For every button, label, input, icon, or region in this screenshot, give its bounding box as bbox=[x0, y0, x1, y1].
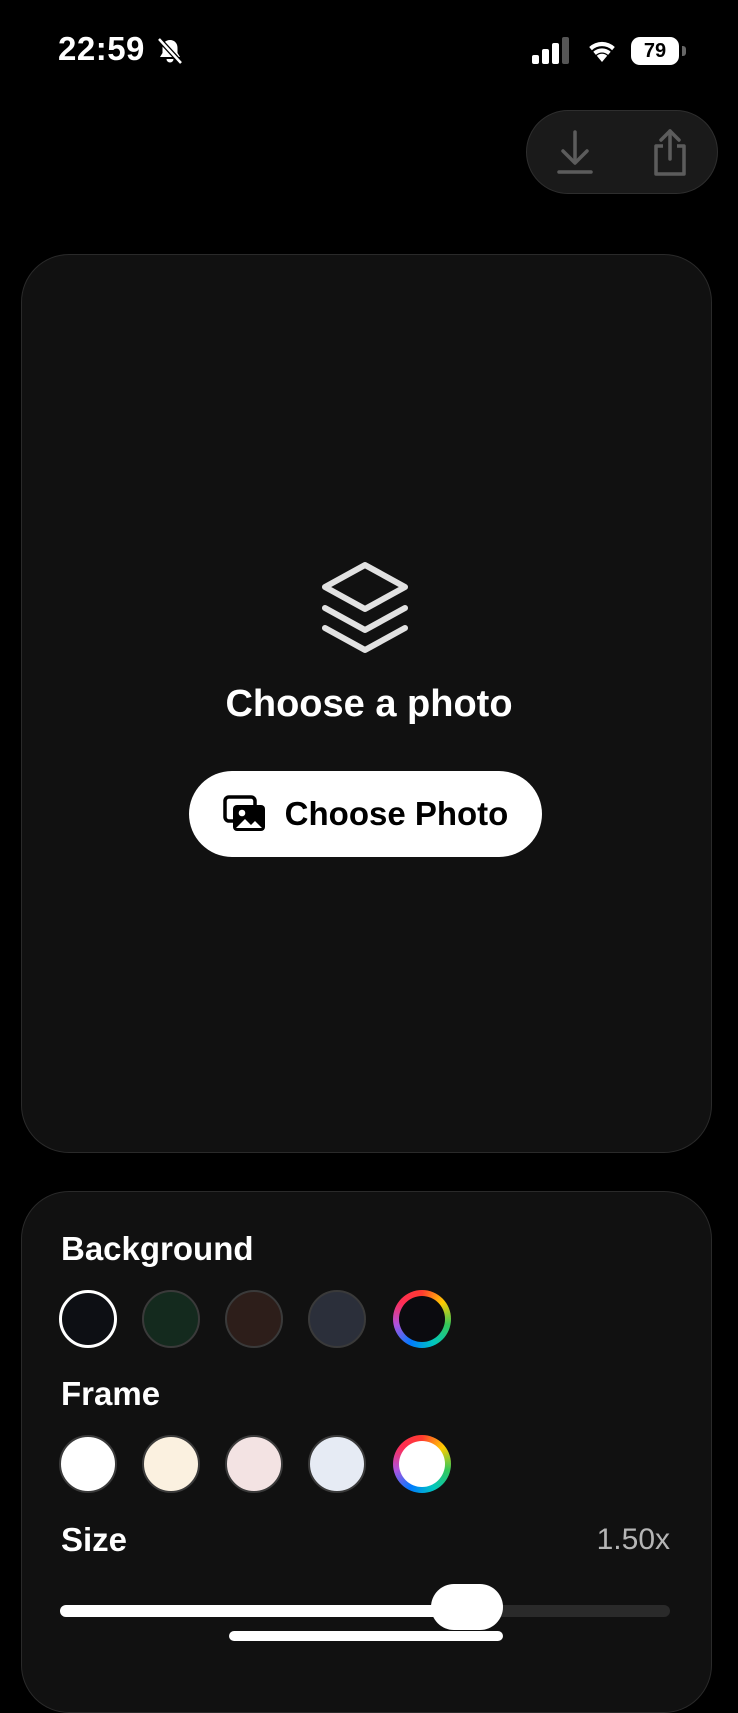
background-swatch[interactable] bbox=[59, 1290, 117, 1348]
frame-swatch[interactable] bbox=[59, 1435, 117, 1493]
status-bar: 22:59 79 bbox=[0, 0, 738, 100]
battery-level: 79 bbox=[631, 37, 679, 65]
download-button[interactable] bbox=[527, 111, 622, 193]
size-label: Size bbox=[61, 1521, 128, 1558]
frame-label: Frame bbox=[61, 1375, 161, 1412]
choose-photo-label: Choose Photo bbox=[284, 795, 509, 832]
background-custom-color-picker[interactable] bbox=[393, 1290, 451, 1348]
empty-state-title: Choose a photo bbox=[225, 683, 513, 725]
size-slider[interactable] bbox=[60, 1584, 670, 1630]
status-time: 22:59 bbox=[58, 30, 145, 67]
wifi-icon bbox=[589, 41, 615, 62]
size-value: 1.50x bbox=[596, 1523, 670, 1556]
background-label: Background bbox=[61, 1230, 254, 1267]
size-slider-fill bbox=[60, 1605, 467, 1617]
choose-photo-button[interactable]: Choose Photo bbox=[189, 771, 542, 857]
frame-swatch[interactable] bbox=[308, 1435, 366, 1493]
frame-swatch[interactable] bbox=[225, 1435, 283, 1493]
export-actions bbox=[526, 110, 718, 194]
background-swatch[interactable] bbox=[308, 1290, 366, 1348]
bell-slash-icon bbox=[157, 37, 183, 65]
photos-icon bbox=[222, 795, 265, 831]
cellular-signal-icon bbox=[532, 37, 569, 64]
battery-cap bbox=[682, 46, 686, 56]
background-swatch[interactable] bbox=[225, 1290, 283, 1348]
share-icon bbox=[653, 129, 686, 176]
home-indicator[interactable] bbox=[229, 1631, 503, 1641]
frame-custom-color-picker[interactable] bbox=[393, 1435, 451, 1493]
share-button[interactable] bbox=[622, 111, 717, 193]
background-swatch[interactable] bbox=[142, 1290, 200, 1348]
size-slider-thumb[interactable] bbox=[430, 1584, 503, 1630]
frame-swatch[interactable] bbox=[142, 1435, 200, 1493]
layers-icon bbox=[322, 562, 408, 653]
download-icon bbox=[556, 130, 593, 174]
battery-icon: 79 bbox=[631, 37, 687, 65]
